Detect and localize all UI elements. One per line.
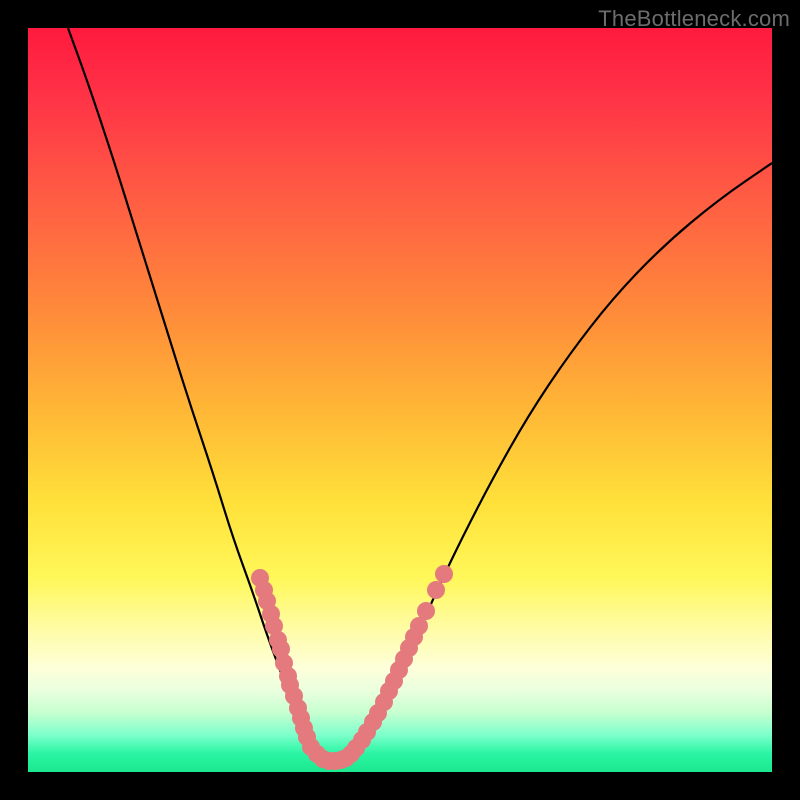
data-marker [435, 565, 453, 583]
marker-layer [251, 565, 453, 770]
chart-frame: TheBottleneck.com [0, 0, 800, 800]
data-marker [417, 602, 435, 620]
bottleneck-curve [68, 28, 772, 762]
data-marker [427, 581, 445, 599]
chart-svg [28, 28, 772, 772]
plot-area [28, 28, 772, 772]
